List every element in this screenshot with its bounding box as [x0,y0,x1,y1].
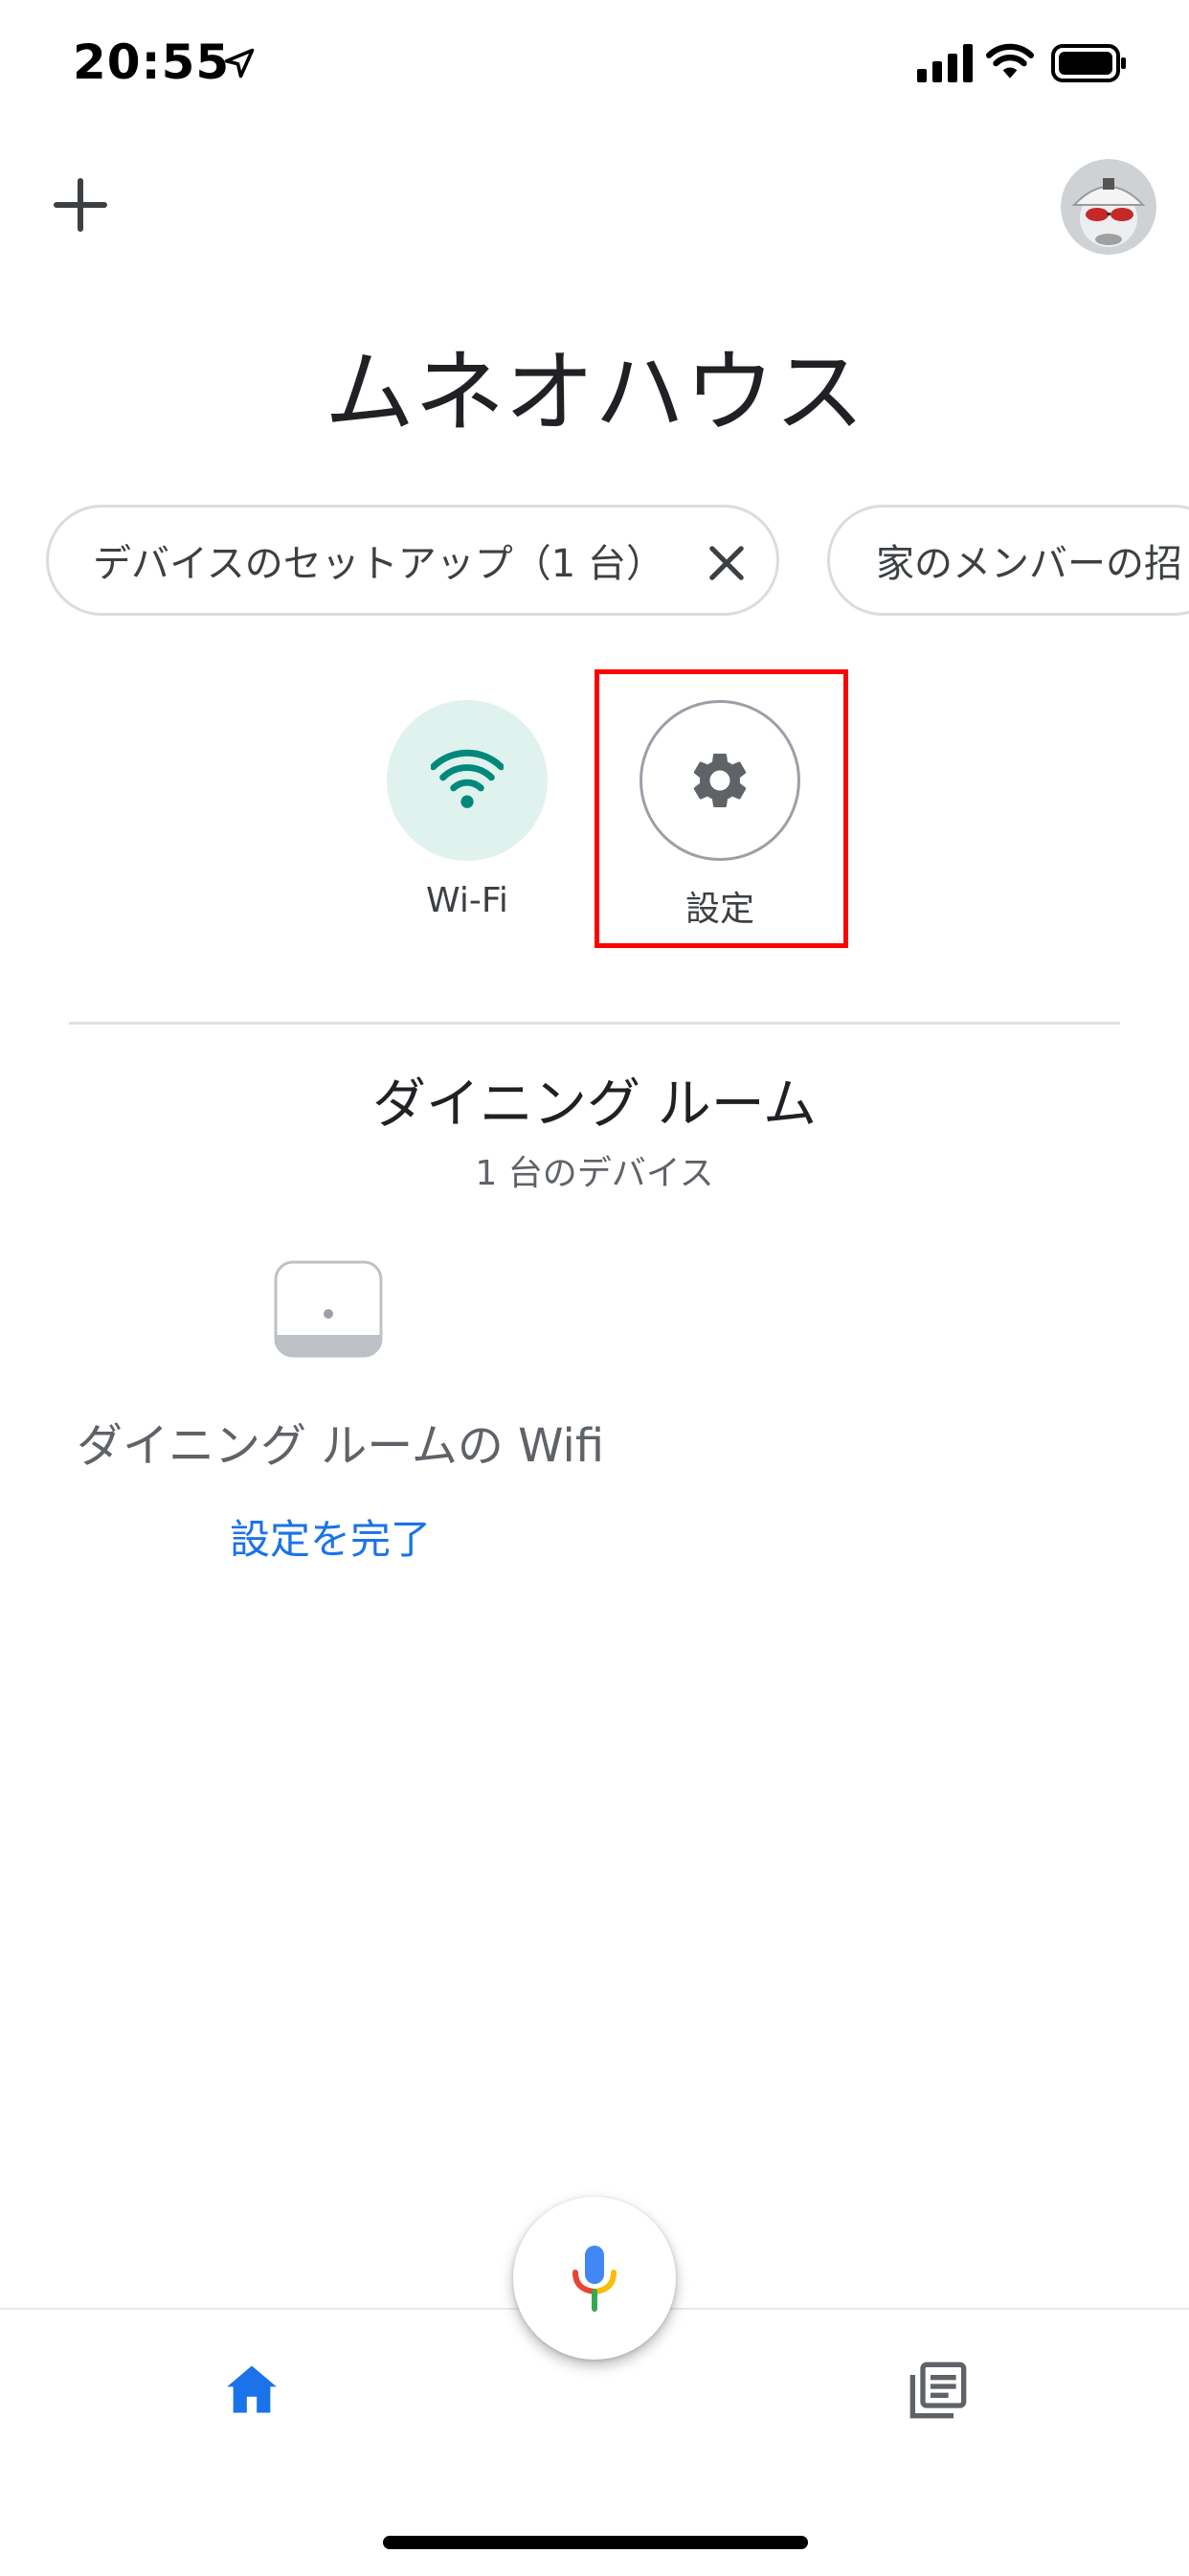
chip-label: デバイスのセットアップ（1 台） [93,542,664,586]
home-title: ムネオハウス [324,341,864,445]
divider [69,1022,1120,1025]
status-time: 20:55 [73,34,231,90]
room-device-count: 1 台のデバイス [475,1154,714,1193]
feed-icon[interactable] [908,2360,969,2421]
mic-button[interactable] [513,2197,676,2360]
invite-member-chip[interactable]: 家のメンバーの招 [827,505,1189,616]
mic-icon [572,2246,617,2312]
highlight-box [594,669,848,948]
close-icon[interactable] [702,538,752,588]
battery-icon [1051,44,1126,82]
setup-device-chip[interactable]: デバイスのセットアップ（1 台） [46,505,779,616]
add-icon[interactable] [52,176,109,234]
finish-setup-link[interactable]: 設定を完了 [230,1507,431,1566]
room-title: ダイニング ルーム [371,1073,818,1136]
cellular-signal-icon [917,44,973,82]
home-indicator [383,2536,808,2549]
chip-label: 家のメンバーの招 [876,542,1182,586]
home-icon[interactable] [222,2360,281,2419]
device-name[interactable]: ダイニング ルームの Wifi [77,1408,604,1475]
location-arrow-icon [224,48,255,79]
wifi-router-icon[interactable] [274,1260,383,1358]
wifi-status-icon [986,43,1034,79]
avatar[interactable] [1061,159,1156,255]
wifi-button[interactable] [387,700,548,861]
wifi-icon [431,749,504,808]
wifi-label: Wi-Fi [426,881,508,920]
